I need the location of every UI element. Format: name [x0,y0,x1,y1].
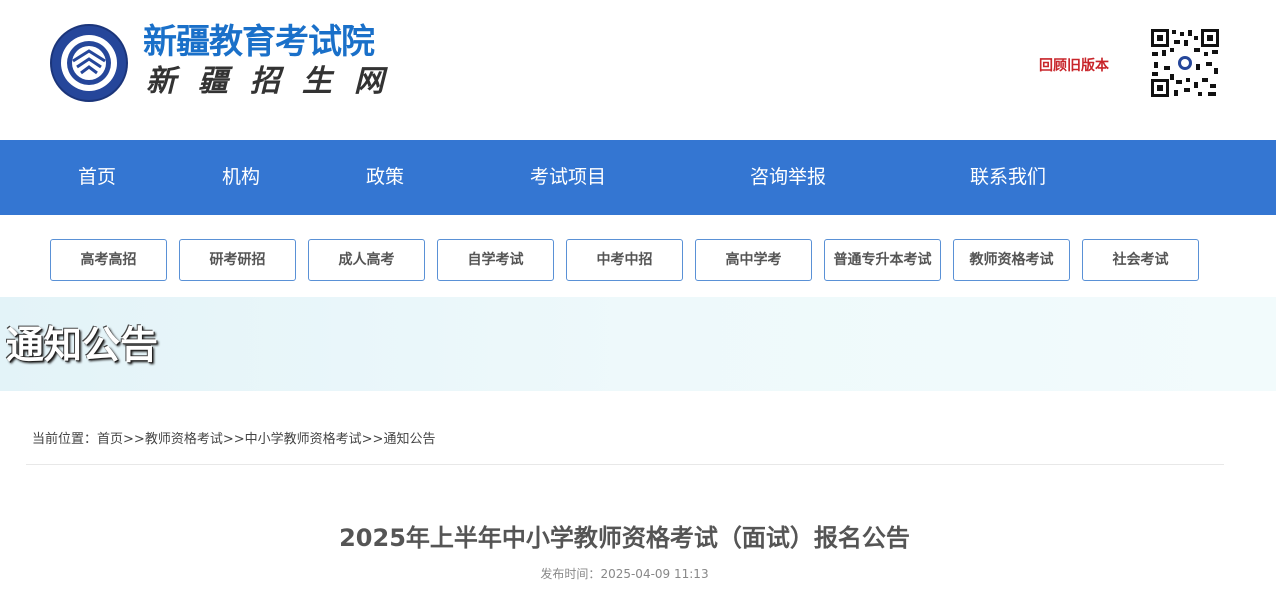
site-name[interactable]: 新疆教育考试院 [143,22,375,62]
breadcrumb: 当前位置：首页>>教师资格考试>>中小学教师资格考试>>通知公告 [32,430,435,450]
category-zhongkao[interactable]: 中考中招 [566,239,683,281]
nav-policy[interactable]: 政策 [366,140,404,215]
section-banner [0,297,1276,391]
category-graduate[interactable]: 研考研招 [179,239,296,281]
nav-home[interactable]: 首页 [78,140,116,215]
section-title: 通知公告 [6,323,159,367]
nav-contact-us[interactable]: 联系我们 [970,140,1046,215]
site-header: 新疆教育考试院 新疆招生网 回顾旧版本 [0,0,1276,140]
nav-exam-projects[interactable]: 考试项目 [530,140,606,215]
category-high-school[interactable]: 高中学考 [695,239,812,281]
breadcrumb-separator: >> [222,432,245,447]
site-subtitle: 新疆招生网 [146,64,406,99]
category-social[interactable]: 社会考试 [1082,239,1199,281]
main-navigation: 首页 机构 政策 考试项目 咨询举报 联系我们 [0,140,1276,215]
breadcrumb-teacher-cert[interactable]: 教师资格考试 [145,432,223,447]
nav-organization[interactable]: 机构 [222,140,260,215]
nav-consult-report[interactable]: 咨询举报 [750,140,826,215]
breadcrumb-divider [26,464,1224,465]
breadcrumb-home[interactable]: 首页 [97,432,123,447]
publish-info: 发布时间：2025-04-09 11:13 [0,564,1249,584]
breadcrumb-notices[interactable]: 通知公告 [383,432,435,447]
category-teacher-cert[interactable]: 教师资格考试 [953,239,1070,281]
exam-authority-logo-icon[interactable] [50,24,128,102]
breadcrumb-separator: >> [361,432,384,447]
category-gaokao[interactable]: 高考高招 [50,239,167,281]
qr-code-icon [1150,28,1220,98]
category-upgrade[interactable]: 普通专升本考试 [824,239,941,281]
category-adult[interactable]: 成人高考 [308,239,425,281]
breadcrumb-prefix: 当前位置： [32,432,98,447]
publish-time: 2025-04-09 11:13 [600,567,709,581]
category-self-study[interactable]: 自学考试 [437,239,554,281]
old-version-link[interactable]: 回顾旧版本 [1039,55,1109,75]
article-title: 2025年上半年中小学教师资格考试（面试）报名公告 [339,524,910,552]
exam-category-bar: 高考高招 研考研招 成人高考 自学考试 中考中招 高中学考 普通专升本考试 教师… [0,239,1276,281]
publish-label: 发布时间： [540,567,601,581]
breadcrumb-separator: >> [123,432,145,447]
breadcrumb-primary-secondary[interactable]: 中小学教师资格考试 [245,432,362,447]
